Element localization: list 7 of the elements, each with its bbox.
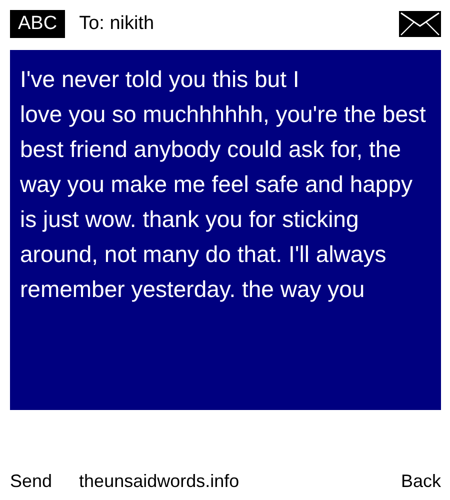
send-button[interactable]: Send <box>10 471 52 492</box>
envelope-icon[interactable] <box>399 11 441 37</box>
abc-badge: ABC <box>10 10 66 38</box>
site-label: theunsaidwords.info <box>79 471 240 492</box>
message-text[interactable]: I've never told you this but I love you so muchhhhhh, you're the best best friend anybody could ask for, the way you make me feel safe and happy is just wow. thank you for sticking around, not many do that. I'll always remember yesterday. the way you <box>10 50 441 410</box>
back-button[interactable]: Back <box>400 471 441 492</box>
recipient-label: To: nikith <box>79 13 154 35</box>
